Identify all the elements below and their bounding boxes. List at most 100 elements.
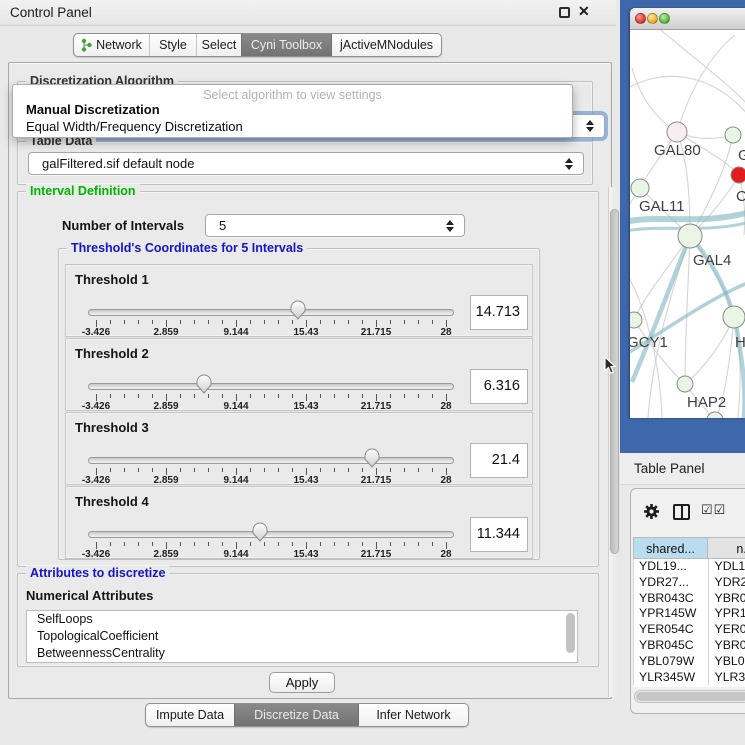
- threshold-value-field[interactable]: 11.344: [470, 517, 528, 552]
- node-table[interactable]: shared... n... YDL19...YDL1...YDR27...YD…: [633, 537, 745, 687]
- scale-label: -3.426: [66, 401, 126, 412]
- apply-button[interactable]: Apply: [269, 672, 335, 693]
- network-node-gal80[interactable]: [667, 122, 687, 142]
- minor-tick: [138, 394, 139, 398]
- tab-jactivemnodules[interactable]: jActiveMNodules: [331, 34, 441, 56]
- spinner-icon: [446, 220, 455, 232]
- threshold-value-field[interactable]: 21.4: [470, 443, 528, 478]
- network-node-h[interactable]: [723, 306, 745, 328]
- slider-thumb[interactable]: [363, 447, 381, 469]
- minor-tick: [222, 542, 223, 546]
- threshold-slider[interactable]: -3.4262.8599.14415.4321.71528: [86, 301, 456, 337]
- num-intervals-combobox[interactable]: 5: [205, 214, 465, 237]
- minor-tick: [418, 394, 419, 398]
- table-row[interactable]: YDR27...YDR2...: [634, 575, 745, 591]
- cell-name: YDL1...: [709, 559, 745, 575]
- table-row[interactable]: YLR345WYLR3...: [634, 670, 745, 685]
- network-node[interactable]: [731, 167, 745, 183]
- minor-tick: [320, 320, 321, 324]
- minor-tick: [390, 468, 391, 472]
- popup-item-manual-discretization[interactable]: Manual Discretization: [13, 101, 572, 118]
- table-row[interactable]: YER054CYER0...: [634, 622, 745, 638]
- cell-shared-name: YBR045C: [634, 638, 709, 654]
- slider-thumb[interactable]: [195, 373, 213, 395]
- slider-track[interactable]: [88, 309, 454, 316]
- scrollbar-thumb[interactable]: [610, 209, 619, 554]
- minor-tick: [404, 468, 405, 472]
- network-node-gal4[interactable]: [678, 224, 702, 248]
- major-tick: [236, 542, 237, 549]
- attribute-item[interactable]: BetweennessCentrality: [27, 645, 577, 662]
- slider-track[interactable]: [88, 531, 454, 538]
- minor-tick: [264, 468, 265, 472]
- network-canvas[interactable]: GAL80GAL11GAL4GCY1HHAP2GC: [630, 30, 745, 418]
- tab-discretize-data[interactable]: Discretize Data: [234, 704, 358, 726]
- minor-tick: [334, 320, 335, 324]
- table-row[interactable]: YBL079WYBL0...: [634, 654, 745, 670]
- threshold-slider[interactable]: -3.4262.8599.14415.4321.71528: [86, 523, 456, 559]
- minor-tick: [264, 320, 265, 324]
- table-row[interactable]: YBR043CYBR0...: [634, 591, 745, 607]
- float-panel-icon[interactable]: [559, 7, 570, 18]
- table-row[interactable]: YPR145WYPR1...: [634, 606, 745, 622]
- columns-icon[interactable]: [673, 504, 690, 520]
- gear-icon[interactable]: [643, 503, 660, 520]
- minor-tick: [278, 394, 279, 398]
- scrollbar-thumb[interactable]: [636, 692, 745, 701]
- close-traffic-light-icon[interactable]: [635, 13, 646, 24]
- attribute-item[interactable]: TopologicalCoefficient: [27, 628, 577, 645]
- checkboxes-icon[interactable]: ☑☑: [701, 502, 726, 518]
- column-header-name[interactable]: n...: [708, 537, 745, 559]
- tab-select[interactable]: Select: [196, 34, 241, 56]
- threshold-slider[interactable]: -3.4262.8599.14415.4321.71528: [86, 375, 456, 411]
- network-node-gcy1[interactable]: [630, 312, 642, 328]
- table-row[interactable]: YBR045CYBR0...: [634, 638, 745, 654]
- threshold-slider[interactable]: -3.4262.8599.14415.4321.71528: [86, 449, 456, 485]
- table-data-group: Table Data galFiltered.sif default node: [17, 141, 593, 185]
- minor-tick: [320, 394, 321, 398]
- threshold-value-field[interactable]: 6.316: [470, 369, 528, 404]
- cell-shared-name: YER054C: [634, 622, 709, 638]
- minor-tick: [222, 394, 223, 398]
- panel-title: Control Panel: [10, 5, 92, 20]
- slider-track[interactable]: [88, 383, 454, 390]
- slider-thumb[interactable]: [251, 521, 269, 543]
- control-panel-titlebar: Control Panel ✕: [0, 0, 616, 26]
- minor-tick: [362, 320, 363, 324]
- zoom-traffic-light-icon[interactable]: [659, 13, 670, 24]
- horizontal-scrollbar[interactable]: [634, 690, 745, 703]
- slider-track[interactable]: [88, 457, 454, 464]
- column-header-shared-name[interactable]: shared...: [633, 537, 708, 559]
- minor-tick: [264, 394, 265, 398]
- minimize-traffic-light-icon[interactable]: [647, 13, 658, 24]
- scale-label: 9.144: [206, 327, 266, 338]
- tab-impute-data[interactable]: Impute Data: [146, 704, 234, 726]
- popup-item-equal-width-frequency-discretization[interactable]: Equal Width/Frequency Discretization: [13, 118, 572, 135]
- tab-label: jActiveMNodules: [340, 38, 433, 52]
- network-node-gal11[interactable]: [631, 179, 649, 197]
- table-data-combobox[interactable]: galFiltered.sif default node: [28, 152, 584, 175]
- attribute-item[interactable]: SelfLoops: [27, 611, 577, 628]
- threshold-label: Threshold 2: [75, 346, 149, 361]
- bottom-tab-bar: Impute DataDiscretize DataInfer Network: [145, 703, 469, 727]
- major-tick: [306, 468, 307, 475]
- minor-tick: [138, 542, 139, 546]
- close-icon[interactable]: ✕: [578, 3, 590, 20]
- major-tick: [446, 394, 447, 401]
- list-scrollbar[interactable]: [566, 613, 575, 653]
- threshold-value-field[interactable]: 14.713: [470, 295, 528, 330]
- tab-infer-network[interactable]: Infer Network: [358, 704, 468, 726]
- scale-label: 9.144: [206, 549, 266, 560]
- network-node-hap2[interactable]: [677, 376, 693, 392]
- tab-style[interactable]: Style: [149, 34, 196, 56]
- minor-tick: [348, 394, 349, 398]
- table-row[interactable]: YDL19...YDL1...: [634, 559, 745, 575]
- network-node[interactable]: [725, 127, 741, 143]
- tab-cyni-toolbox[interactable]: Cyni Toolbox: [241, 34, 331, 56]
- major-tick: [96, 320, 97, 327]
- numerical-attributes-list[interactable]: SelfLoopsTopologicalCoefficientBetweenne…: [26, 610, 578, 663]
- tab-network[interactable]: Network: [74, 34, 149, 56]
- vertical-scrollbar[interactable]: [608, 187, 620, 697]
- slider-thumb[interactable]: [289, 299, 307, 321]
- major-tick: [236, 394, 237, 401]
